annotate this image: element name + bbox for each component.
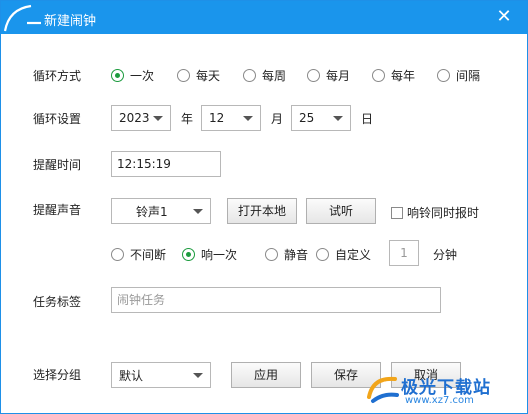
repeat-mute[interactable]: 静音 [265,246,308,263]
test-listen-button[interactable]: 试听 [306,198,376,224]
repeat-once[interactable]: 响一次 [182,246,237,263]
remind-sound-label: 提醒声音 [33,203,82,217]
watermark-logo-icon [367,376,399,403]
group-value: 默认 [119,368,144,383]
open-local-button[interactable]: 打开本地 [227,198,297,224]
loop-settings-label: 循环设置 [33,112,82,126]
month-select[interactable]: 12 [201,105,261,131]
year-unit: 年 [181,112,194,126]
apply-button[interactable]: 应用 [231,362,301,388]
chevron-down-icon [193,209,203,214]
checkbox-label: 响铃同时报时 [407,206,480,220]
ringtone-select[interactable]: 铃声1 [111,198,211,224]
chevron-down-icon [153,116,163,121]
month-value: 12 [209,111,225,125]
radio-label: 自定义 [335,248,372,262]
ringtone-value: 铃声1 [136,204,168,219]
loop-mode-weekly[interactable]: 每周 [243,67,286,84]
close-button[interactable]: ✕ [495,8,513,26]
day-unit: 日 [361,112,374,126]
chevron-down-icon [243,116,253,121]
chevron-down-icon [193,373,203,378]
watermark-url: www.xz7.com [405,395,474,406]
repeat-custom[interactable]: 自定义 [316,246,371,263]
radio-label: 每年 [391,69,416,83]
radio-icon [243,69,256,82]
app-logo-icon [3,4,41,32]
radio-label: 响一次 [201,248,238,262]
remind-time-input[interactable]: 12:15:19 [111,151,221,177]
site-watermark: 极光下载站 www.xz7.com [365,371,515,407]
radio-label: 静音 [284,248,309,262]
remind-time-label: 提醒时间 [33,158,82,172]
radio-label: 一次 [130,69,155,83]
radio-label: 每周 [262,69,287,83]
chevron-down-icon [333,116,343,121]
year-select[interactable]: 2023 [111,105,171,131]
radio-icon [307,69,320,82]
loop-mode-daily[interactable]: 每天 [177,67,220,84]
radio-label: 每月 [326,69,351,83]
custom-minutes-input[interactable]: 1 [389,240,419,266]
new-alarm-dialog: 新建闹钟 ✕ 循环方式 一次 每天 每周 每月 每年 间隔 循环设置 2023 … [0,0,528,414]
repeat-continuous[interactable]: 不间断 [111,246,166,263]
radio-label: 不间断 [130,248,167,262]
task-label-input[interactable]: 闹钟任务 [111,287,441,313]
report-time-checkbox[interactable]: 响铃同时报时 [391,204,479,221]
radio-selected-icon [111,69,124,82]
group-select[interactable]: 默认 [111,362,211,388]
loop-mode-interval[interactable]: 间隔 [437,67,480,84]
radio-icon [316,248,329,261]
loop-mode-monthly[interactable]: 每月 [307,67,350,84]
window-title: 新建闹钟 [44,14,97,29]
radio-selected-icon [182,248,195,261]
radio-icon [111,248,124,261]
day-value: 25 [299,111,315,125]
radio-icon [265,248,278,261]
loop-mode-once[interactable]: 一次 [111,67,154,84]
radio-label: 每天 [196,69,221,83]
month-unit: 月 [271,112,284,126]
task-label-label: 任务标签 [33,295,82,309]
radio-label: 间隔 [456,69,481,83]
minutes-unit: 分钟 [433,248,458,262]
radio-icon [437,69,450,82]
radio-icon [372,69,385,82]
year-value: 2023 [119,111,150,125]
radio-icon [177,69,190,82]
loop-mode-label: 循环方式 [33,69,82,83]
day-select[interactable]: 25 [291,105,351,131]
close-icon: ✕ [496,6,512,27]
title-bar[interactable]: 新建闹钟 ✕ [1,1,527,34]
checkbox-icon [391,206,403,219]
loop-mode-yearly[interactable]: 每年 [372,67,415,84]
group-label: 选择分组 [33,368,82,382]
